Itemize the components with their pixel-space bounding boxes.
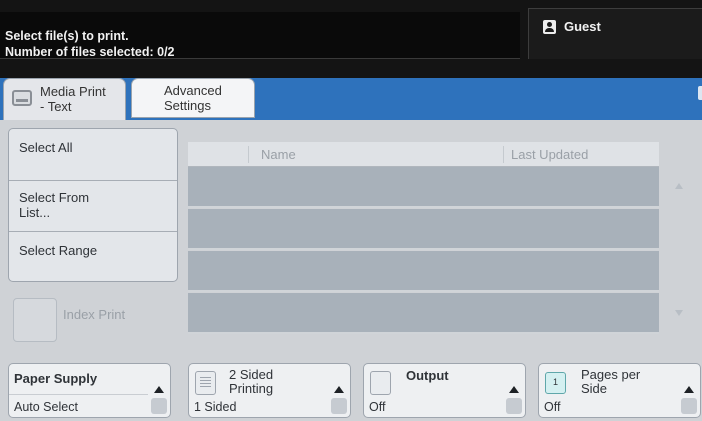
pages-per-side-title-line1: Pages per bbox=[581, 367, 641, 382]
tab-label: Advanced Settings bbox=[164, 83, 222, 113]
tab-media-print-text[interactable]: Media Print - Text bbox=[3, 78, 126, 120]
pages-per-side-icon-number: 1 bbox=[552, 377, 558, 387]
file-row[interactable] bbox=[188, 251, 659, 292]
two-sided-scroll[interactable] bbox=[330, 366, 348, 415]
select-from-list-button[interactable]: Select From List... bbox=[9, 181, 177, 232]
tab-advanced-settings[interactable]: Advanced Settings bbox=[131, 78, 255, 118]
status-message-panel: Select file(s) to print. Number of files… bbox=[0, 12, 520, 59]
chevron-up-icon bbox=[154, 386, 164, 393]
column-divider bbox=[248, 146, 249, 163]
scroll-thumb bbox=[506, 398, 522, 414]
tab-bar-edge bbox=[698, 86, 702, 100]
paper-supply-button[interactable]: Paper Supply Auto Select bbox=[8, 363, 171, 418]
scroll-thumb bbox=[151, 398, 167, 414]
select-from-list-line1: Select From bbox=[19, 190, 90, 205]
pages-per-side-title-line2: Side bbox=[581, 381, 608, 396]
index-print-label: Index Print bbox=[63, 307, 126, 322]
duplex-icon bbox=[195, 371, 216, 395]
tab-label-line2: Settings bbox=[164, 98, 211, 113]
selected-count: Number of files selected: 0/2 bbox=[5, 45, 175, 59]
chevron-up-icon bbox=[334, 386, 344, 393]
file-row[interactable] bbox=[188, 293, 659, 334]
pages-per-side-title: Pages per Side bbox=[581, 368, 640, 396]
tab-label: Media Print - Text bbox=[40, 84, 106, 114]
paper-supply-scroll[interactable] bbox=[150, 366, 168, 415]
pages-per-side-value: Off bbox=[544, 400, 561, 414]
selection-button-group: Select All Select From List... Select Ra… bbox=[8, 128, 178, 282]
paper-supply-value: Auto Select bbox=[14, 400, 78, 414]
printer-icon bbox=[12, 90, 32, 106]
scroll-thumb bbox=[681, 398, 697, 414]
two-sided-title-line1: 2 Sided bbox=[229, 367, 274, 382]
file-row[interactable] bbox=[188, 167, 659, 208]
select-range-button[interactable]: Select Range bbox=[9, 232, 177, 281]
user-icon bbox=[543, 20, 556, 34]
pages-per-side-button[interactable]: 1 Pages per Side Off bbox=[538, 363, 701, 418]
two-sided-title-line2: Printing bbox=[229, 381, 274, 396]
user-label: Guest bbox=[564, 19, 601, 34]
pages-per-side-icon: 1 bbox=[545, 372, 566, 394]
paper-supply-title: Paper Supply bbox=[14, 371, 98, 386]
output-button[interactable]: Output Off bbox=[363, 363, 526, 418]
list-scroll-up-icon[interactable] bbox=[675, 183, 683, 189]
output-title: Output bbox=[406, 368, 449, 383]
tab-label-line1: Advanced bbox=[164, 83, 222, 98]
output-icon bbox=[370, 371, 391, 395]
column-name[interactable]: Name bbox=[261, 147, 296, 162]
tab-label-line2: - Text bbox=[40, 99, 72, 114]
output-scroll[interactable] bbox=[505, 366, 523, 415]
two-sided-printing-button[interactable]: 2 Sided Printing 1 Sided bbox=[188, 363, 351, 418]
tab-bar-background bbox=[0, 62, 702, 78]
feature-divider bbox=[9, 394, 148, 395]
chevron-up-icon bbox=[509, 386, 519, 393]
index-print-checkbox bbox=[13, 298, 57, 342]
index-print-button[interactable]: Index Print bbox=[13, 298, 178, 344]
user-button[interactable]: Guest bbox=[528, 8, 702, 59]
column-divider bbox=[503, 146, 504, 163]
select-all-button[interactable]: Select All bbox=[9, 129, 177, 181]
select-from-list-line2: List... bbox=[19, 205, 51, 220]
tab-label-line1: Media Print bbox=[40, 84, 106, 99]
file-list-header: Name Last Updated bbox=[188, 142, 659, 167]
pages-per-side-scroll[interactable] bbox=[680, 366, 698, 415]
scroll-thumb bbox=[331, 398, 347, 414]
status-instruction: Select file(s) to print. bbox=[5, 29, 129, 43]
chevron-up-icon bbox=[684, 386, 694, 393]
column-last-updated[interactable]: Last Updated bbox=[511, 147, 588, 162]
file-row[interactable] bbox=[188, 209, 659, 250]
two-sided-value: 1 Sided bbox=[194, 400, 237, 414]
output-value: Off bbox=[369, 400, 386, 414]
two-sided-title: 2 Sided Printing bbox=[229, 368, 273, 396]
list-scroll-down-icon[interactable] bbox=[675, 310, 683, 316]
